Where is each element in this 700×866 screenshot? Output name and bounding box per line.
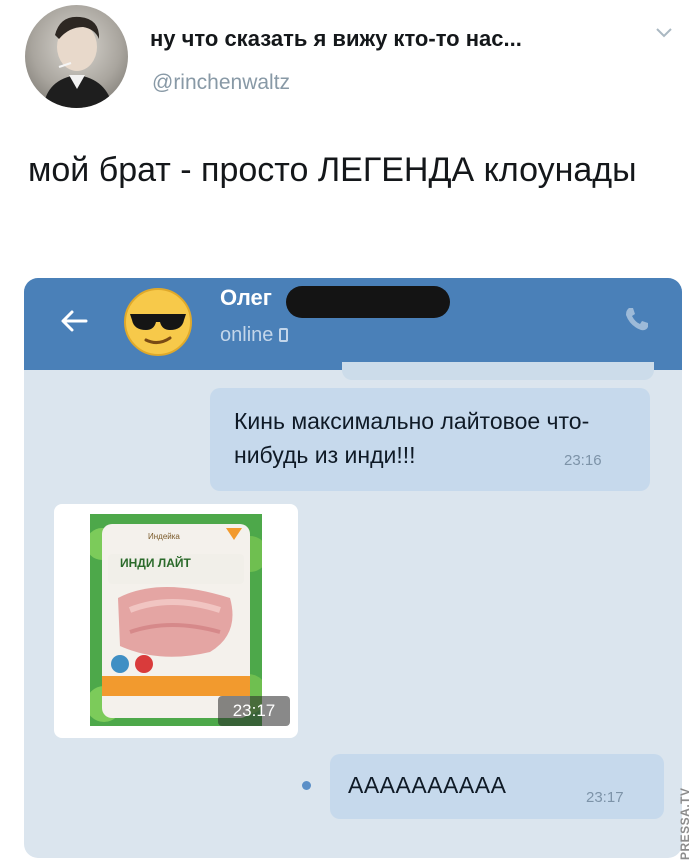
phone-icon[interactable] <box>622 304 652 334</box>
redaction-bar <box>286 286 450 318</box>
unread-indicator <box>302 781 311 790</box>
outgoing-message[interactable]: Кинь максимально лайтовое что-нибудь из … <box>210 388 650 491</box>
watermark-text: PRESSA.TV <box>678 787 692 860</box>
arrow-left-icon[interactable] <box>58 306 90 336</box>
status-text: online <box>220 324 289 347</box>
photo-time: 23:17 <box>218 696 290 726</box>
outgoing-message[interactable]: АААААААААА 23:17 <box>330 754 664 819</box>
chevron-down-icon[interactable] <box>654 26 674 40</box>
message-text: АААААААААА <box>348 772 507 798</box>
chat-screenshot: Олег online Кинь максимально лайтовое чт… <box>24 278 682 858</box>
status-label: online <box>220 324 274 346</box>
chat-header: Олег online <box>24 278 682 370</box>
product-label: ИНДИ ЛАЙТ <box>120 556 191 570</box>
mobile-device-icon <box>279 328 289 342</box>
display-name[interactable]: ну что сказать я вижу кто-то нас... <box>150 26 640 52</box>
message-time: 23:16 <box>564 452 602 469</box>
tweet-text: мой брат - просто ЛЕГЕНДА клоунады <box>28 151 637 189</box>
previous-message-fragment <box>342 362 654 380</box>
user-handle[interactable]: @rinchenwaltz <box>152 71 290 95</box>
message-time: 23:17 <box>586 789 624 806</box>
watermark: PRESSA.TV <box>676 780 696 860</box>
contact-avatar[interactable] <box>122 286 194 358</box>
user-avatar[interactable] <box>25 5 128 108</box>
product-photo[interactable] <box>90 514 262 726</box>
contact-name[interactable]: Олег <box>220 285 272 311</box>
product-brand: Индейка <box>148 532 180 541</box>
